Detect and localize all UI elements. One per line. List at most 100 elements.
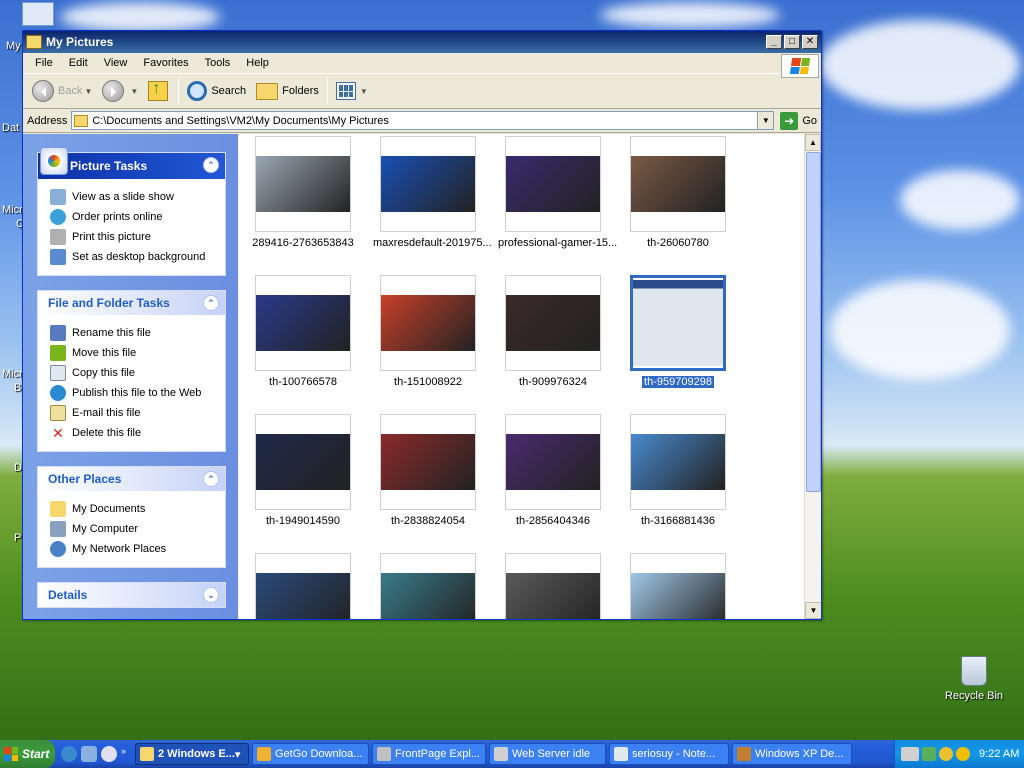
keyboard-icon[interactable]	[901, 747, 919, 761]
vertical-scrollbar[interactable]: ▲ ▼	[804, 134, 821, 619]
shield-icon[interactable]	[939, 747, 953, 761]
task-label: E-mail this file	[72, 407, 141, 419]
desktop-icon-my-documents[interactable]	[22, 2, 54, 26]
scroll-down-button[interactable]: ▼	[805, 602, 821, 619]
clock[interactable]: 9:22 AM	[979, 748, 1019, 760]
thumbnail-item[interactable]: maxresdefault-201975...	[373, 136, 492, 249]
task-print[interactable]: Print this picture	[50, 227, 215, 247]
taskbar-button[interactable]: seriosuy - Note...	[609, 743, 729, 765]
other-places-header[interactable]: Other Places ⌃	[38, 467, 225, 491]
folders-button[interactable]: Folders	[251, 81, 324, 102]
thumbnail-item[interactable]: th-959709298	[623, 275, 733, 388]
file-folder-tasks-header[interactable]: File and Folder Tasks ⌃	[38, 291, 225, 315]
picture-tasks-icon	[40, 147, 68, 175]
collapse-icon[interactable]: ⌃	[203, 157, 219, 173]
taskbar-button[interactable]: Web Server idle	[489, 743, 606, 765]
taskbar-button[interactable]: GetGo Downloa...	[252, 743, 369, 765]
taskbar-button-label: 2 Windows E...	[158, 748, 235, 760]
task-order-prints[interactable]: Order prints online	[50, 207, 215, 227]
thumbnail-frame	[380, 553, 476, 619]
thumbnail-label: professional-gamer-15...	[498, 237, 618, 249]
menu-favorites[interactable]: Favorites	[135, 55, 196, 71]
back-button[interactable]: Back ▼	[27, 78, 97, 104]
thumbnail-frame	[380, 414, 476, 510]
media-player-icon[interactable]	[101, 746, 117, 762]
thumbnail-item[interactable]: th-1949014590	[248, 414, 358, 527]
task-copy[interactable]: Copy this file	[50, 363, 215, 383]
thumbnail-item[interactable]: professional-gamer-15...	[498, 136, 618, 249]
place-my-network-places[interactable]: My Network Places	[50, 539, 215, 559]
task-move[interactable]: Move this file	[50, 343, 215, 363]
menu-edit[interactable]: Edit	[61, 55, 96, 71]
task-set-background[interactable]: Set as desktop background	[50, 247, 215, 267]
menu-help[interactable]: Help	[238, 55, 277, 71]
task-email[interactable]: E-mail this file	[50, 403, 215, 423]
thumbnail-item[interactable]	[373, 553, 483, 619]
internet-explorer-icon[interactable]	[61, 746, 77, 762]
network-tray-icon[interactable]	[922, 747, 936, 761]
task-label: View as a slide show	[72, 191, 174, 203]
taskbar-button[interactable]: Windows XP De...	[732, 743, 852, 765]
go-button[interactable]: ➜ Go	[780, 111, 817, 130]
thumbnail-item[interactable]: th-909976324	[498, 275, 608, 388]
place-my-computer[interactable]: My Computer	[50, 519, 215, 539]
thumbnail-item[interactable]: th-151008922	[373, 275, 483, 388]
maximize-button[interactable]: □	[784, 35, 800, 49]
thumbnail-frame	[255, 275, 351, 371]
chevron-down-icon[interactable]: ▼	[130, 87, 138, 96]
close-button[interactable]: ✕	[802, 35, 818, 49]
task-slideshow[interactable]: View as a slide show	[50, 187, 215, 207]
scroll-up-button[interactable]: ▲	[805, 134, 821, 151]
thumbnail-item[interactable]: 289416-2763653843	[248, 136, 358, 249]
address-input[interactable]: C:\Documents and Settings\VM2\My Documen…	[71, 111, 775, 130]
task-rename[interactable]: Rename this file	[50, 323, 215, 343]
menu-file[interactable]: File	[27, 55, 61, 71]
expand-icon[interactable]: ⌄	[203, 587, 219, 603]
start-button[interactable]: Start	[0, 740, 55, 768]
thumbnail-frame	[630, 136, 726, 232]
scrollbar-thumb[interactable]	[806, 152, 821, 492]
thumbnail-frame	[630, 553, 726, 619]
picture-tasks-header[interactable]: Picture Tasks ⌃	[38, 147, 225, 179]
details-header[interactable]: Details ⌄	[38, 583, 225, 607]
chevron-down-icon[interactable]: ▼	[84, 87, 92, 96]
recycle-bin-label: Recycle Bin	[944, 690, 1004, 702]
tray-app-icon[interactable]	[956, 747, 970, 761]
globe-icon	[50, 385, 66, 401]
thumbnail-frame	[505, 275, 601, 371]
app-icon	[494, 747, 508, 761]
menu-tools[interactable]: Tools	[197, 55, 239, 71]
thumbnail-item[interactable]: th-100766578	[248, 275, 358, 388]
address-dropdown-button[interactable]: ▼	[757, 112, 774, 129]
menu-bar: File Edit View Favorites Tools Help	[23, 53, 821, 78]
chevron-right-icon[interactable]: »	[121, 746, 129, 762]
forward-button[interactable]: ▼	[97, 78, 143, 104]
task-buttons: 2 Windows E... ▾ GetGo Downloa... FrontPag…	[135, 743, 855, 765]
thumbnail-item[interactable]: th-2838824054	[373, 414, 483, 527]
title-bar[interactable]: My Pictures _ □ ✕	[23, 31, 821, 53]
thumbnail-item[interactable]: th-3166881436	[623, 414, 733, 527]
desktop-icon-recycle-bin[interactable]: Recycle Bin	[929, 656, 1019, 702]
file-view[interactable]: Picture Tasks ⌃ View as a slide show Ord…	[23, 134, 821, 619]
show-desktop-icon[interactable]	[81, 746, 97, 762]
collapse-icon[interactable]: ⌃	[203, 295, 219, 311]
taskbar-button[interactable]: 2 Windows E... ▾	[135, 743, 249, 765]
thumbnail-item[interactable]: th-26060780	[623, 136, 733, 249]
minimize-button[interactable]: _	[766, 35, 782, 49]
thumbnail-item[interactable]: th-2856404346	[498, 414, 608, 527]
menu-view[interactable]: View	[96, 55, 136, 71]
folder-icon	[26, 35, 42, 49]
thumbnail-item[interactable]	[623, 553, 733, 619]
taskbar-button[interactable]: FrontPage Expl...	[372, 743, 486, 765]
thumbnail-item[interactable]	[248, 553, 358, 619]
place-my-documents[interactable]: My Documents	[50, 499, 215, 519]
search-button[interactable]: Search	[182, 79, 251, 103]
thumbnail-label: th-151008922	[394, 376, 462, 388]
up-folder-button[interactable]	[143, 79, 175, 103]
thumbnail-item[interactable]	[498, 553, 608, 619]
task-publish[interactable]: Publish this file to the Web	[50, 383, 215, 403]
task-delete[interactable]: ✕ Delete this file	[50, 423, 215, 443]
thumbnail-frame	[505, 136, 601, 232]
views-button[interactable]: ▼	[331, 80, 373, 102]
collapse-icon[interactable]: ⌃	[203, 471, 219, 487]
